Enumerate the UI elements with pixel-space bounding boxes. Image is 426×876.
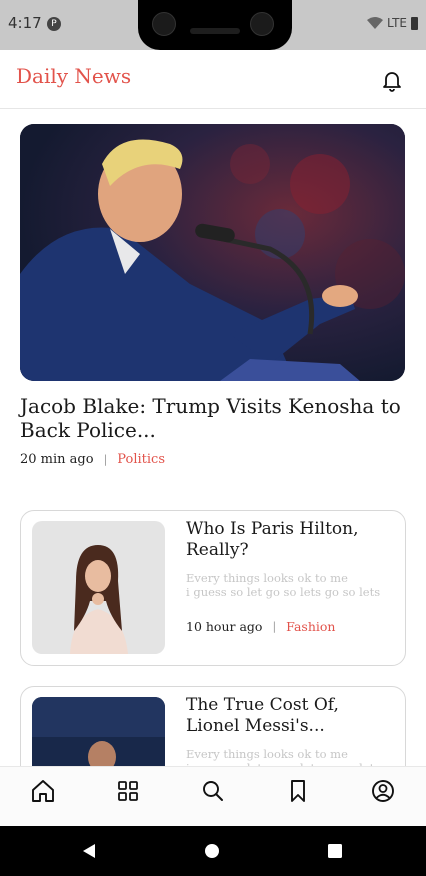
camera-notch: [138, 0, 292, 50]
status-bar: 4:17 P LTE: [0, 0, 426, 50]
card-desc-line: Every things looks ok to me: [186, 747, 348, 761]
separator: |: [103, 453, 108, 466]
camera-icon: [152, 12, 176, 36]
card-meta: 10 hour ago | Fashion: [186, 619, 335, 634]
card-category[interactable]: Fashion: [286, 619, 335, 634]
separator: |: [272, 620, 277, 633]
bell-icon[interactable]: [380, 68, 404, 92]
card-time: 10 hour ago: [186, 619, 263, 634]
card-description: Every things looks ok to me i guess so l…: [186, 571, 396, 599]
hero-image[interactable]: [20, 124, 405, 381]
hero-time: 20 min ago: [20, 452, 94, 467]
speaker-grille: [190, 28, 240, 34]
hero-photo: [20, 124, 405, 381]
card-title: Who Is Paris Hilton, Really?: [186, 519, 359, 560]
status-time: 4:17: [8, 14, 42, 32]
hero-category[interactable]: Politics: [117, 452, 165, 467]
news-card[interactable]: Who Is Paris Hilton, Really? Every thing…: [20, 510, 406, 666]
system-navigation-bar: [0, 826, 426, 876]
card-photo: [32, 521, 165, 654]
network-label: LTE: [387, 16, 407, 30]
home-icon[interactable]: [29, 777, 57, 805]
hero-title[interactable]: Jacob Blake: Trump Visits Kenosha to Bac…: [20, 394, 405, 442]
brand-title: Daily News: [16, 64, 132, 88]
battery-icon: [411, 16, 418, 30]
bottom-navigation: [0, 766, 426, 827]
hero-meta: 20 min ago | Politics: [20, 452, 165, 467]
profile-icon[interactable]: [369, 777, 397, 805]
notification-badge-icon: P: [47, 17, 61, 31]
status-icons: LTE: [367, 16, 418, 30]
home-button-icon[interactable]: [204, 843, 220, 859]
wifi-icon: [367, 16, 384, 29]
camera-icon: [250, 12, 274, 36]
recents-icon[interactable]: [327, 843, 343, 859]
card-thumbnail: [32, 521, 165, 654]
back-icon[interactable]: [80, 842, 98, 860]
search-icon[interactable]: [199, 777, 227, 805]
grid-icon[interactable]: [114, 777, 142, 805]
card-title: The True Cost Of, Lionel Messi's...: [186, 695, 339, 736]
card-desc-line: Every things looks ok to me: [186, 571, 348, 585]
app-header: Daily News: [0, 50, 426, 109]
card-desc-line: i guess so let go so lets go so lets: [186, 585, 381, 599]
bookmark-icon[interactable]: [284, 777, 312, 805]
